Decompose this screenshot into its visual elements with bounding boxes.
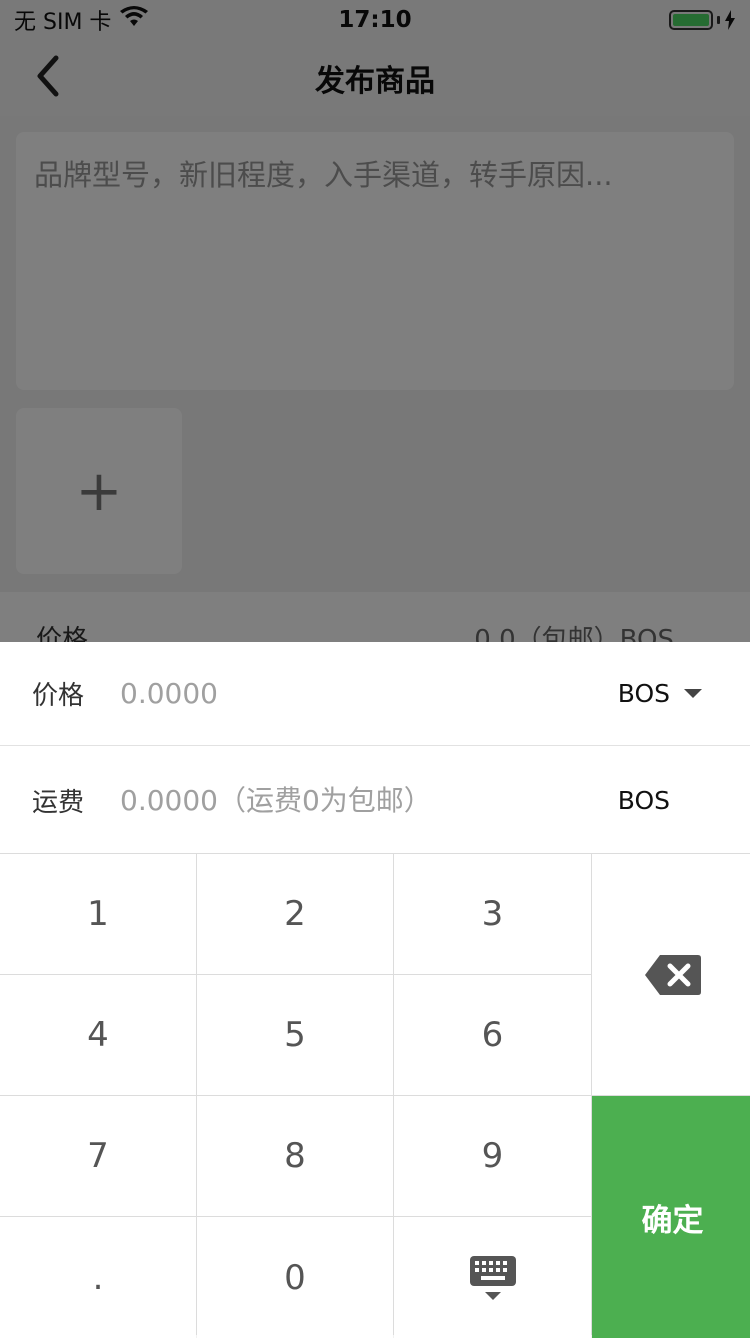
freight-currency: BOS <box>618 786 670 815</box>
key-2[interactable]: 2 <box>197 854 393 974</box>
price-field-row: 价格 BOS <box>0 642 750 746</box>
confirm-button[interactable]: 确定 <box>592 1096 750 1338</box>
price-input-sheet: 价格 BOS 运费 BOS 1 2 3 4 5 6 7 8 9 确定 . 0 <box>0 642 750 1338</box>
key-9[interactable]: 9 <box>394 1096 591 1216</box>
freight-currency-label: BOS <box>617 785 670 815</box>
key-7[interactable]: 7 <box>0 1096 196 1216</box>
caret-down-icon <box>684 689 702 698</box>
key-3[interactable]: 3 <box>394 854 591 974</box>
price-input[interactable] <box>120 677 618 710</box>
key-0[interactable]: 0 <box>197 1217 393 1338</box>
backspace-button[interactable] <box>592 854 750 1095</box>
hide-keyboard-button[interactable] <box>394 1217 591 1338</box>
price-currency-select[interactable]: BOS <box>618 679 702 708</box>
key-8[interactable]: 8 <box>197 1096 393 1216</box>
key-decimal[interactable]: . <box>0 1217 196 1338</box>
key-5[interactable]: 5 <box>197 975 393 1095</box>
backspace-icon <box>644 954 701 995</box>
price-label: 价格 <box>32 681 85 711</box>
keyboard-hide-icon <box>469 1255 516 1300</box>
key-1[interactable]: 1 <box>0 854 196 974</box>
key-4[interactable]: 4 <box>0 975 196 1095</box>
freight-field-row: 运费 BOS <box>0 748 750 852</box>
freight-label: 运费 <box>32 787 85 818</box>
key-6[interactable]: 6 <box>394 975 591 1095</box>
numeric-keypad: 1 2 3 4 5 6 7 8 9 确定 . 0 <box>0 853 750 1338</box>
freight-input[interactable] <box>120 783 618 817</box>
price-currency-label: BOS <box>617 679 670 708</box>
